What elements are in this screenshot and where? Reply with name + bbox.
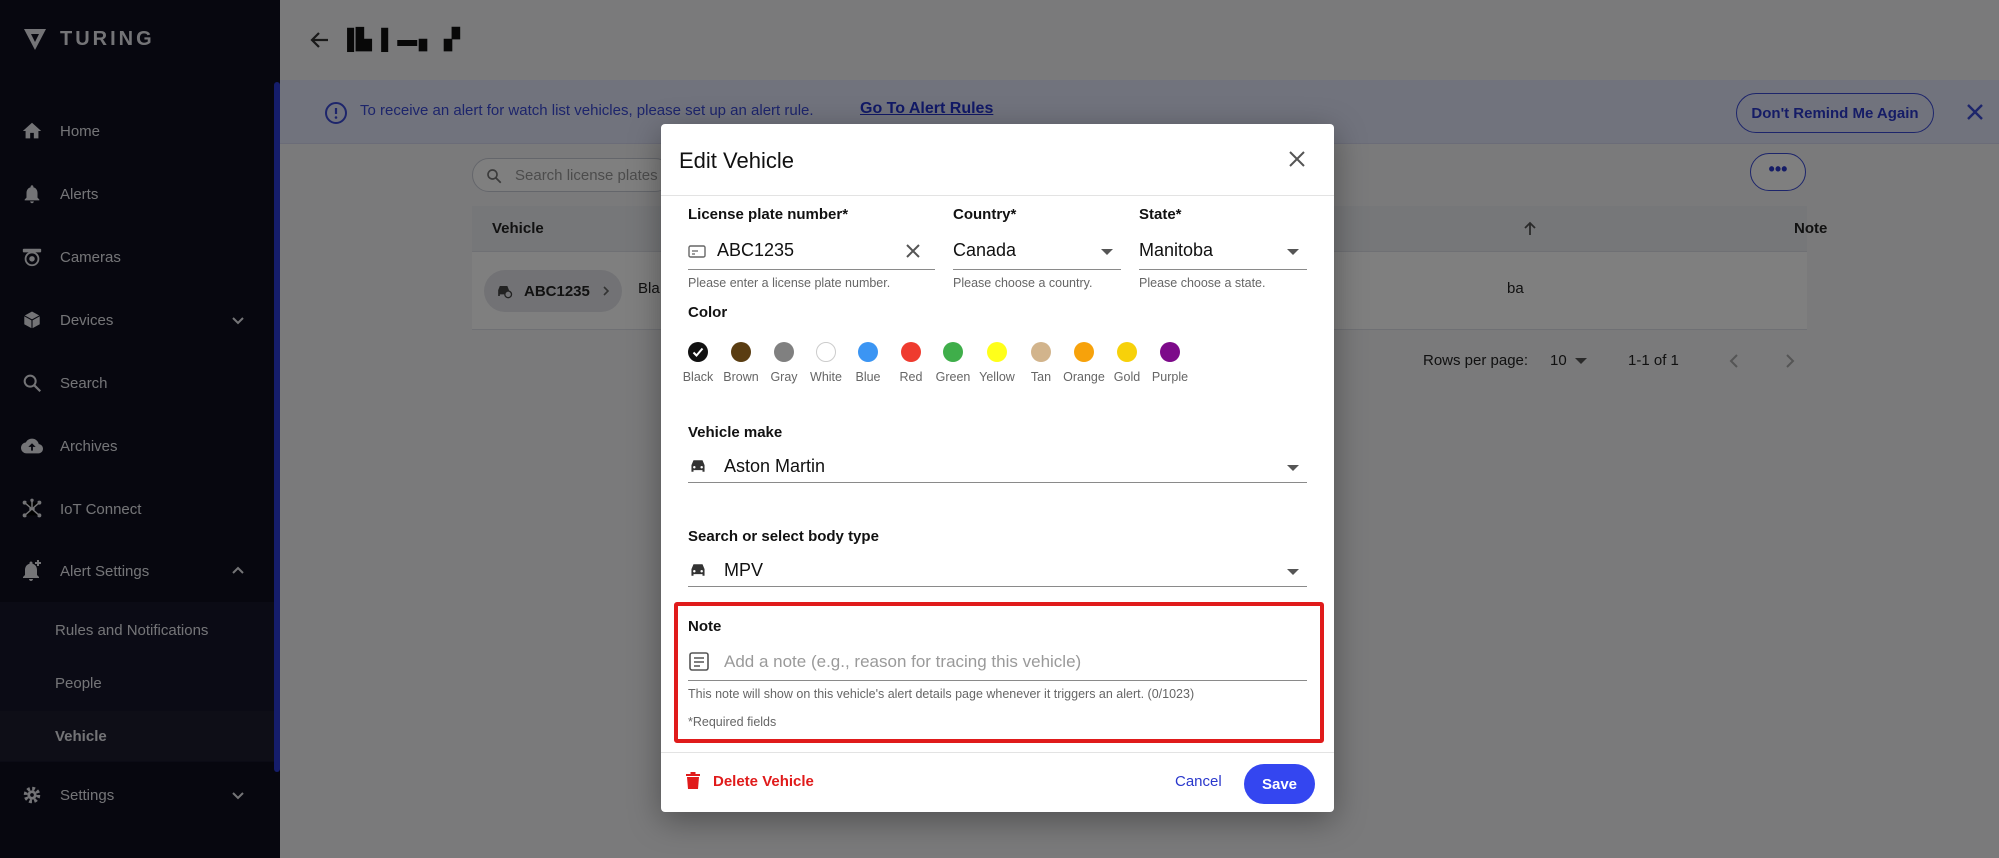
color-dot	[816, 342, 836, 362]
car-icon	[691, 564, 705, 576]
vehicle-make-label: Vehicle make	[688, 424, 783, 441]
body-type-label: Search or select body type	[688, 528, 879, 545]
delete-vehicle-button[interactable]: Delete Vehicle	[685, 772, 814, 790]
license-plate-helper: Please enter a license plate number.	[688, 276, 891, 290]
color-swatch-yellow[interactable]: Yellow	[974, 342, 1020, 384]
country-label: Country*	[953, 206, 1017, 223]
color-dot	[688, 342, 708, 362]
color-dot	[1160, 342, 1180, 362]
color-swatch-label: Red	[899, 370, 923, 384]
color-swatch-label: Yellow	[979, 370, 1015, 384]
color-label: Color	[688, 304, 728, 321]
state-caret-icon[interactable]	[1287, 249, 1299, 255]
color-swatch-label: Black	[682, 370, 714, 384]
body-type-select[interactable]: MPV	[724, 560, 763, 581]
color-swatch-blue[interactable]: Blue	[845, 342, 891, 384]
note-icon	[689, 652, 709, 671]
trash-icon	[686, 772, 700, 789]
color-swatch-label: Brown	[723, 370, 759, 384]
note-underline	[688, 680, 1307, 681]
color-dot	[774, 342, 794, 362]
country-caret-icon[interactable]	[1101, 249, 1113, 255]
color-dot	[987, 342, 1007, 362]
state-underline	[1139, 269, 1307, 270]
divider	[661, 752, 1334, 753]
dialog-title: Edit Vehicle	[679, 148, 794, 173]
color-swatch-label: Tan	[1030, 370, 1052, 384]
color-dot	[1074, 342, 1094, 362]
color-swatch-brown[interactable]: Brown	[718, 342, 764, 384]
color-swatch-label: Green	[935, 370, 971, 384]
color-dot	[943, 342, 963, 362]
color-swatch-label: Gray	[770, 370, 798, 384]
color-swatch-label: Purple	[1151, 370, 1189, 384]
delete-vehicle-label: Delete Vehicle	[713, 772, 814, 790]
color-swatch-black[interactable]: Black	[675, 342, 721, 384]
check-icon	[692, 347, 704, 357]
close-icon[interactable]	[1286, 148, 1308, 170]
license-plate-input[interactable]: ABC1235	[717, 240, 794, 261]
required-fields-note: *Required fields	[688, 715, 777, 729]
save-button[interactable]: Save	[1244, 764, 1315, 804]
color-swatch-green[interactable]: Green	[930, 342, 976, 384]
color-swatch-tan[interactable]: Tan	[1018, 342, 1064, 384]
vehicle-make-select[interactable]: Aston Martin	[724, 456, 825, 477]
color-swatch-label: White	[810, 370, 842, 384]
note-helper: This note will show on this vehicle's al…	[688, 687, 1195, 701]
color-dot	[1031, 342, 1051, 362]
license-plate-underline	[688, 269, 935, 270]
state-label: State*	[1139, 206, 1182, 223]
color-dot	[901, 342, 921, 362]
clear-icon[interactable]	[904, 242, 922, 260]
body-type-caret-icon[interactable]	[1287, 569, 1299, 575]
state-helper: Please choose a state.	[1139, 276, 1266, 290]
color-swatch-white[interactable]: White	[803, 342, 849, 384]
note-label: Note	[688, 618, 722, 635]
country-select[interactable]: Canada	[953, 240, 1016, 261]
color-swatch-label: Gold	[1113, 370, 1141, 384]
color-swatch-orange[interactable]: Orange	[1061, 342, 1107, 384]
body-type-underline	[688, 586, 1307, 587]
country-underline	[953, 269, 1121, 270]
color-swatch-purple[interactable]: Purple	[1147, 342, 1193, 384]
license-plate-icon	[688, 245, 706, 258]
vehicle-make-underline	[688, 482, 1307, 483]
license-plate-label: License plate number*	[688, 206, 849, 223]
country-helper: Please choose a country.	[953, 276, 1093, 290]
state-select[interactable]: Manitoba	[1139, 240, 1213, 261]
color-swatch-red[interactable]: Red	[888, 342, 934, 384]
color-swatch-gold[interactable]: Gold	[1104, 342, 1150, 384]
color-swatch-gray[interactable]: Gray	[761, 342, 807, 384]
note-input[interactable]: Add a note (e.g., reason for tracing thi…	[724, 652, 1081, 672]
car-icon	[691, 460, 705, 472]
color-dot	[731, 342, 751, 362]
color-swatch-label: Blue	[855, 370, 881, 384]
color-dot	[1117, 342, 1137, 362]
divider	[661, 195, 1334, 196]
color-swatch-label: Orange	[1063, 370, 1105, 384]
edit-vehicle-dialog: Edit Vehicle License plate number* ABC12…	[661, 124, 1334, 812]
vehicle-make-caret-icon[interactable]	[1287, 465, 1299, 471]
cancel-button[interactable]: Cancel	[1175, 773, 1222, 790]
color-dot	[858, 342, 878, 362]
